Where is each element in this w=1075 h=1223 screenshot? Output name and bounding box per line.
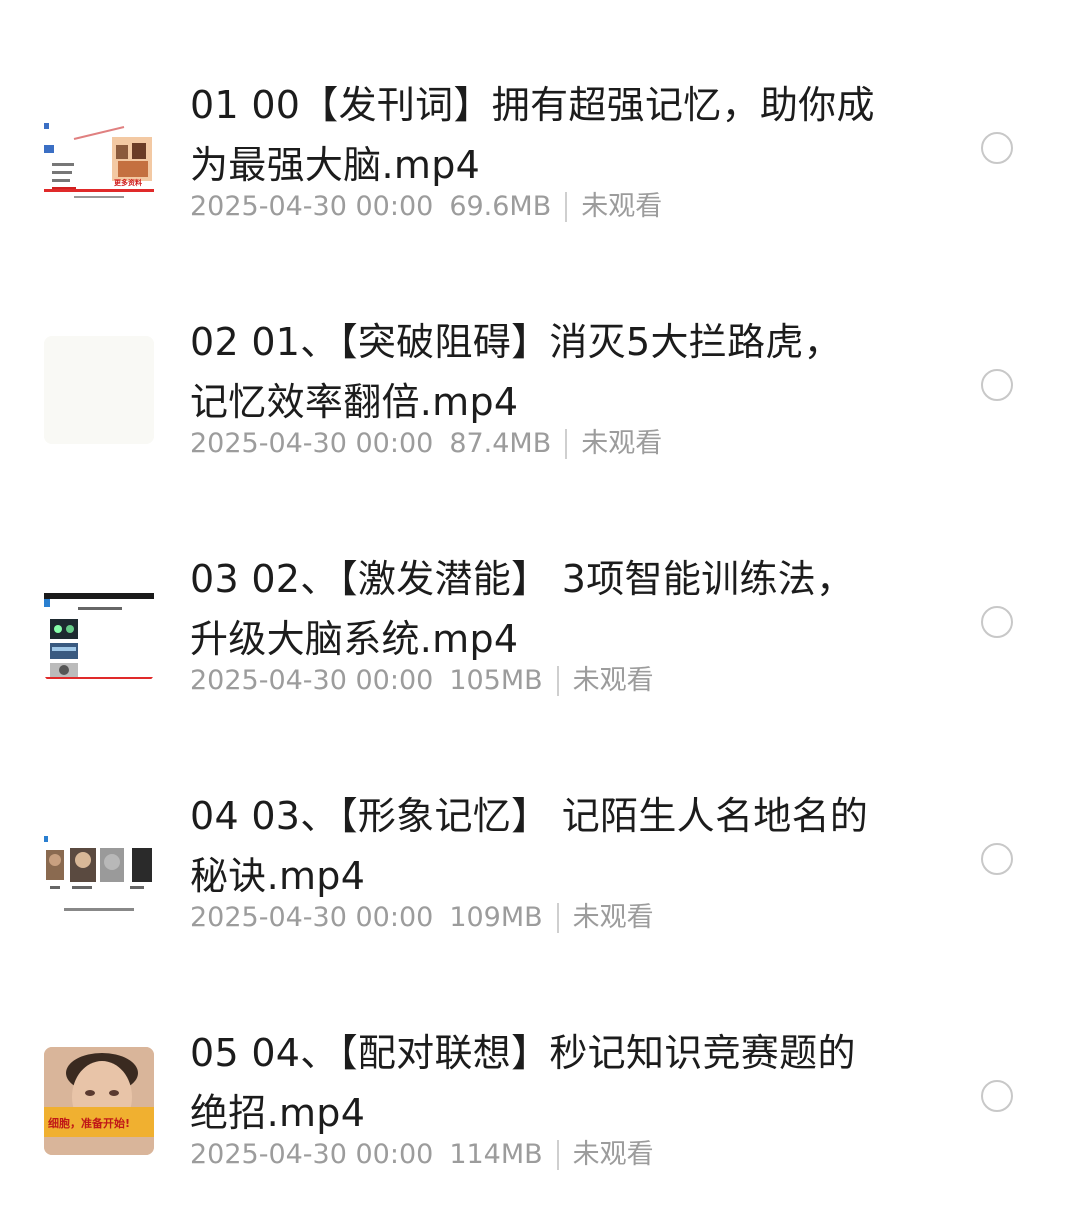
select-radio[interactable] <box>981 132 1013 164</box>
file-meta: 2025-04-30 00:00 109MB 未观看 <box>190 898 654 938</box>
meta-divider <box>565 429 568 459</box>
watch-status: 未观看 <box>572 665 654 696</box>
file-size: 109MB <box>449 902 543 933</box>
video-thumbnail: 细胞，准备开始! <box>44 1047 154 1155</box>
video-thumbnail <box>44 810 154 918</box>
file-date: 2025-04-30 00:00 <box>190 665 434 696</box>
file-date: 2025-04-30 00:00 <box>190 428 434 459</box>
file-list: 更多资料 01 00【发刊词】拥有超强记忆，助你成为最强大脑.mp4 2025-… <box>0 0 1075 1213</box>
meta-divider <box>556 666 559 696</box>
select-radio[interactable] <box>981 369 1013 401</box>
thumb-badge-text: 更多资料 <box>114 178 142 187</box>
select-radio[interactable] <box>981 606 1013 638</box>
file-meta: 2025-04-30 00:00 87.4MB 未观看 <box>190 424 662 464</box>
file-size: 87.4MB <box>449 428 552 459</box>
file-title[interactable]: 01 00【发刊词】拥有超强记忆，助你成为最强大脑.mp4 <box>190 75 880 195</box>
file-title[interactable]: 02 01、【突破阻碍】消灭5大拦路虎，记忆效率翻倍.mp4 <box>190 312 880 432</box>
select-radio[interactable] <box>981 843 1013 875</box>
thumb-banner-text: 细胞，准备开始! <box>48 1116 130 1130</box>
file-title[interactable]: 03 02、【激发潜能】 3项智能训练法，升级大脑系统.mp4 <box>190 549 880 669</box>
file-size: 114MB <box>449 1139 543 1170</box>
file-title[interactable]: 04 03、【形象记忆】 记陌生人名地名的秘诀.mp4 <box>190 786 880 906</box>
watch-status: 未观看 <box>581 191 663 222</box>
file-title[interactable]: 05 04、【配对联想】秒记知识竞赛题的绝招.mp4 <box>190 1023 880 1143</box>
list-item[interactable]: 02 01、【突破阻碍】消灭5大拦路虎，记忆效率翻倍.mp4 2025-04-3… <box>0 312 1075 512</box>
watch-status: 未观看 <box>572 1139 654 1170</box>
watch-status: 未观看 <box>572 902 654 933</box>
file-size: 69.6MB <box>449 191 552 222</box>
file-meta: 2025-04-30 00:00 69.6MB 未观看 <box>190 187 662 227</box>
file-date: 2025-04-30 00:00 <box>190 902 434 933</box>
video-thumbnail <box>44 336 154 444</box>
video-thumbnail: 更多资料 <box>44 99 154 207</box>
meta-divider <box>565 192 568 222</box>
list-item[interactable]: 细胞，准备开始! 05 04、【配对联想】秒记知识竞赛题的绝招.mp4 2025… <box>0 1023 1075 1223</box>
file-date: 2025-04-30 00:00 <box>190 191 434 222</box>
meta-divider <box>556 903 559 933</box>
file-meta: 2025-04-30 00:00 114MB 未观看 <box>190 1135 654 1175</box>
file-meta: 2025-04-30 00:00 105MB 未观看 <box>190 661 654 701</box>
list-item[interactable]: 03 02、【激发潜能】 3项智能训练法，升级大脑系统.mp4 2025-04-… <box>0 549 1075 749</box>
list-item[interactable]: 更多资料 01 00【发刊词】拥有超强记忆，助你成为最强大脑.mp4 2025-… <box>0 75 1075 275</box>
meta-divider <box>556 1140 559 1170</box>
video-thumbnail <box>44 573 154 681</box>
list-item[interactable]: 04 03、【形象记忆】 记陌生人名地名的秘诀.mp4 2025-04-30 0… <box>0 786 1075 986</box>
file-date: 2025-04-30 00:00 <box>190 1139 434 1170</box>
select-radio[interactable] <box>981 1080 1013 1112</box>
watch-status: 未观看 <box>581 428 663 459</box>
file-size: 105MB <box>449 665 543 696</box>
